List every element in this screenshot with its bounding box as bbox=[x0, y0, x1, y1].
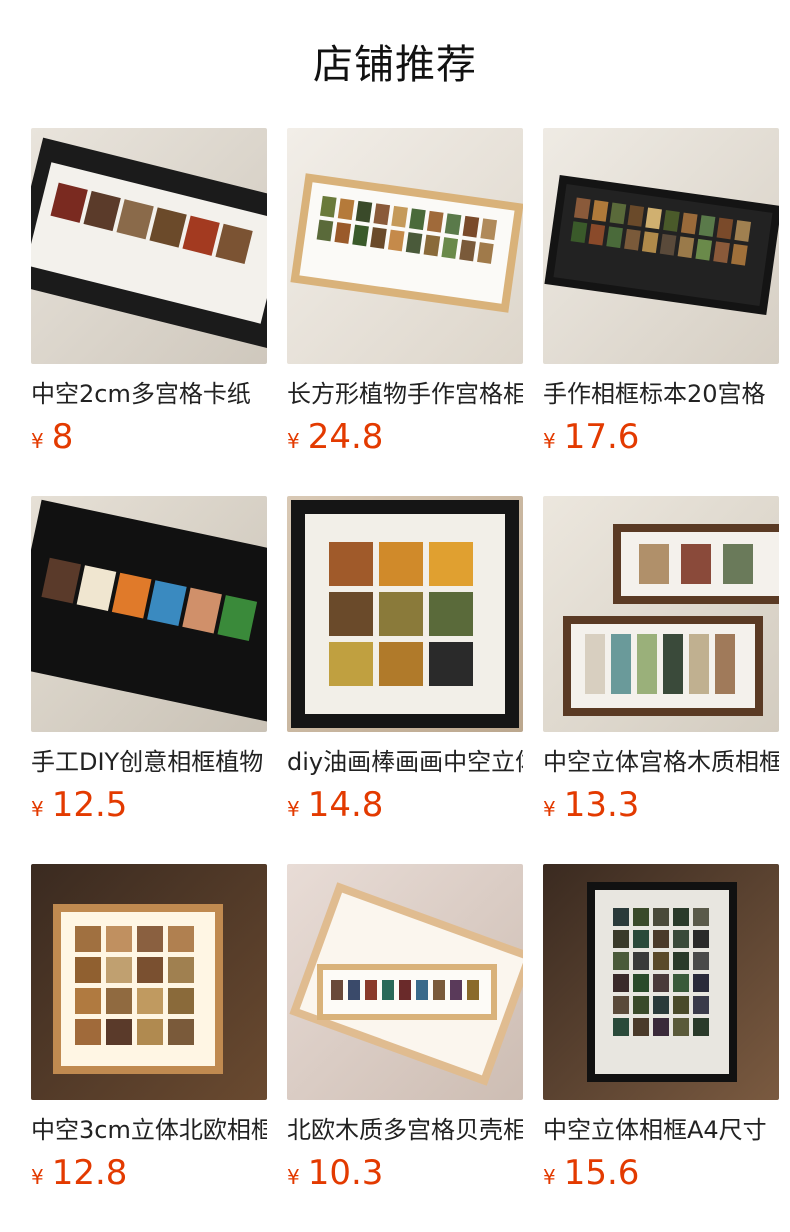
price-amount: 8 bbox=[51, 417, 74, 457]
product-card[interactable]: 中空立体相框A4尺寸 ¥15.6 bbox=[543, 864, 779, 1202]
product-image[interactable] bbox=[31, 496, 267, 732]
currency-symbol: ¥ bbox=[287, 1165, 300, 1189]
product-price: ¥24.8 bbox=[287, 414, 523, 466]
product-name[interactable]: 手工DIY创意相框植物 bbox=[31, 744, 267, 780]
product-price: ¥12.5 bbox=[31, 782, 267, 834]
currency-symbol: ¥ bbox=[287, 797, 300, 821]
product-card[interactable]: 长方形植物手作宫格相框 ¥24.8 bbox=[287, 128, 523, 466]
product-image[interactable] bbox=[31, 864, 267, 1100]
product-price: ¥10.3 bbox=[287, 1150, 523, 1202]
product-card[interactable]: 中空2cm多宫格卡纸 ¥8 bbox=[31, 128, 267, 466]
currency-symbol: ¥ bbox=[31, 1165, 44, 1189]
price-amount: 24.8 bbox=[307, 417, 384, 457]
product-name[interactable]: 长方形植物手作宫格相框 bbox=[287, 376, 523, 412]
product-card[interactable]: 手作相框标本20宫格 ¥17.6 bbox=[543, 128, 779, 466]
product-image[interactable] bbox=[543, 496, 779, 732]
product-image[interactable] bbox=[287, 128, 523, 364]
currency-symbol: ¥ bbox=[543, 797, 556, 821]
product-card[interactable]: 手工DIY创意相框植物 ¥12.5 bbox=[31, 496, 267, 834]
currency-symbol: ¥ bbox=[543, 1165, 556, 1189]
product-name[interactable]: 中空2cm多宫格卡纸 bbox=[31, 376, 267, 412]
product-image[interactable] bbox=[543, 864, 779, 1100]
price-amount: 13.3 bbox=[563, 785, 640, 825]
product-image[interactable] bbox=[287, 496, 523, 732]
product-image[interactable] bbox=[543, 128, 779, 364]
price-amount: 10.3 bbox=[307, 1153, 384, 1193]
currency-symbol: ¥ bbox=[287, 429, 300, 453]
currency-symbol: ¥ bbox=[31, 429, 44, 453]
price-amount: 15.6 bbox=[563, 1153, 640, 1193]
product-name[interactable]: diy油画棒画画中空立体 bbox=[287, 744, 523, 780]
product-card[interactable]: 中空3cm立体北欧相框 ¥12.8 bbox=[31, 864, 267, 1202]
currency-symbol: ¥ bbox=[543, 429, 556, 453]
price-amount: 14.8 bbox=[307, 785, 384, 825]
product-price: ¥17.6 bbox=[543, 414, 779, 466]
section-title: 店铺推荐 bbox=[313, 42, 477, 88]
product-price: ¥15.6 bbox=[543, 1150, 779, 1202]
product-name[interactable]: 中空立体宫格木质相框 bbox=[543, 744, 779, 780]
price-amount: 17.6 bbox=[563, 417, 640, 457]
product-price: ¥12.8 bbox=[31, 1150, 267, 1202]
product-name[interactable]: 手作相框标本20宫格 bbox=[543, 376, 779, 412]
product-image[interactable] bbox=[31, 128, 267, 364]
currency-symbol: ¥ bbox=[31, 797, 44, 821]
product-card[interactable]: 北欧木质多宫格贝壳相框 ¥10.3 bbox=[287, 864, 523, 1202]
recommend-page: 店铺推荐 中空2cm多宫格卡纸 ¥8 长方形植物手作宫格相 ¥ 24.8 手作相… bbox=[0, 0, 790, 1232]
product-name[interactable]: 北欧木质多宫格贝壳相框 bbox=[287, 1112, 523, 1148]
product-name[interactable]: 中空3cm立体北欧相框 bbox=[31, 1112, 267, 1148]
price-amount: 12.5 bbox=[51, 785, 128, 825]
product-card[interactable]: 中空立体宫格木质相框 ¥13.3 bbox=[543, 496, 779, 834]
product-name[interactable]: 中空立体相框A4尺寸 bbox=[543, 1112, 779, 1148]
price-amount: 12.8 bbox=[51, 1153, 128, 1193]
product-image[interactable] bbox=[287, 864, 523, 1100]
product-price: ¥13.3 bbox=[543, 782, 779, 834]
product-price: ¥8 bbox=[31, 414, 267, 466]
product-price: ¥14.8 bbox=[287, 782, 523, 834]
product-card[interactable]: diy油画棒画画中空立体 ¥14.8 bbox=[287, 496, 523, 834]
